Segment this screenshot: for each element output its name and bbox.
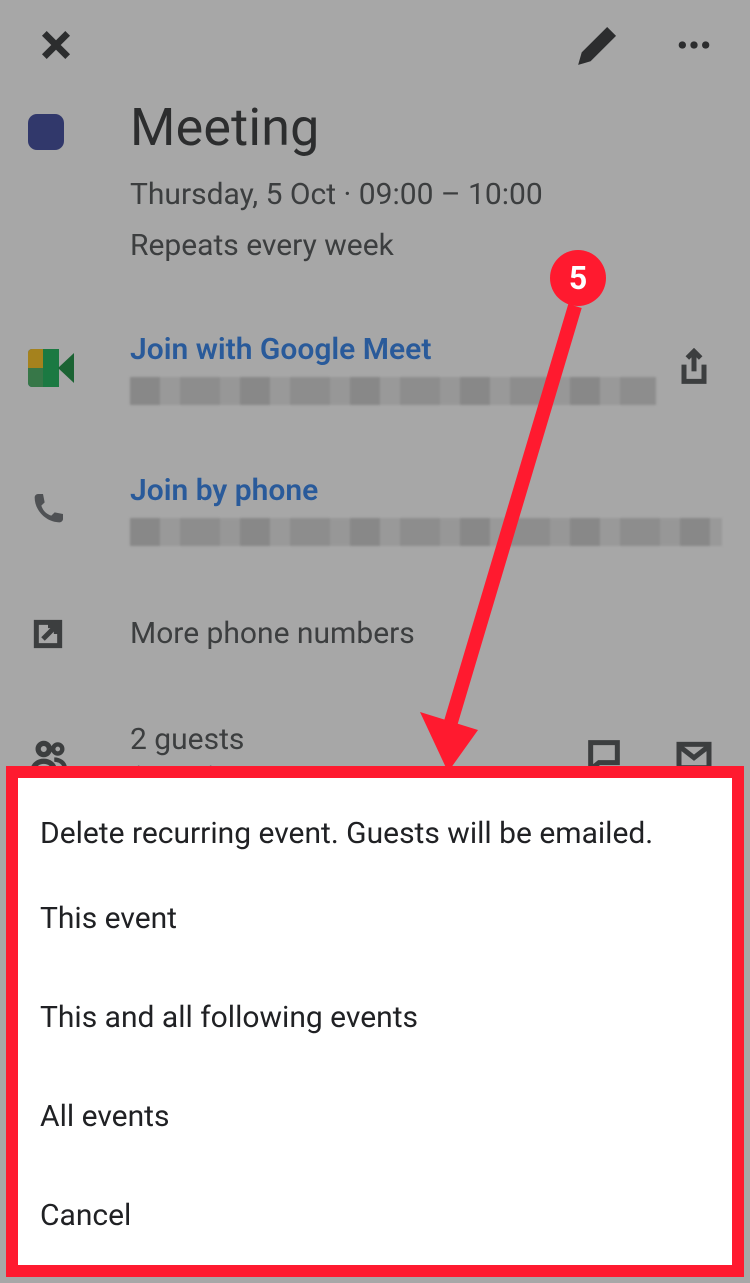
delete-following-events[interactable]: This and all following events — [24, 968, 726, 1067]
delete-all-events[interactable]: All events — [24, 1067, 726, 1166]
delete-sheet-title: Delete recurring event. Guests will be e… — [24, 792, 726, 869]
delete-this-event[interactable]: This event — [24, 869, 726, 968]
delete-sheet-highlight: Delete recurring event. Guests will be e… — [6, 766, 744, 1277]
event-detail-screen: Meeting Thursday, 5 Oct · 09:00 – 10:00 … — [0, 0, 750, 1283]
delete-sheet: Delete recurring event. Guests will be e… — [6, 766, 744, 1277]
delete-cancel[interactable]: Cancel — [24, 1166, 726, 1265]
